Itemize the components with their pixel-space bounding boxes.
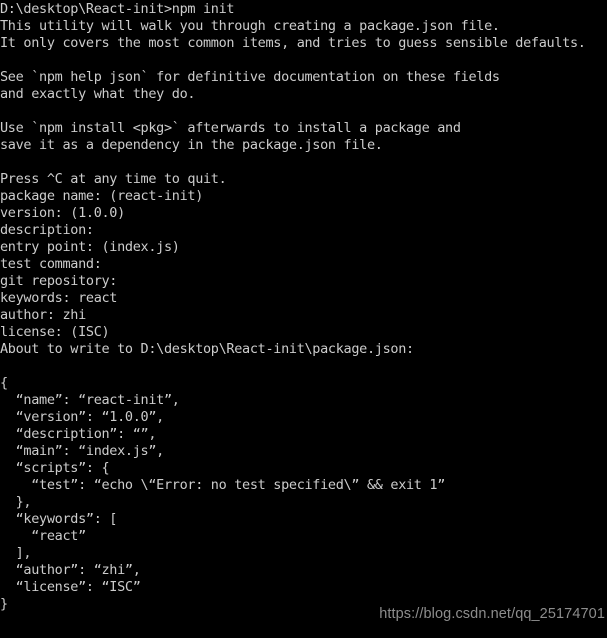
watermark-url: https://blog.csdn.net/qq_25174701	[379, 606, 605, 622]
terminal-window[interactable]: D:\desktop\React-init>npm init This util…	[0, 0, 607, 638]
console-output[interactable]: D:\desktop\React-init>npm init This util…	[0, 0, 607, 638]
